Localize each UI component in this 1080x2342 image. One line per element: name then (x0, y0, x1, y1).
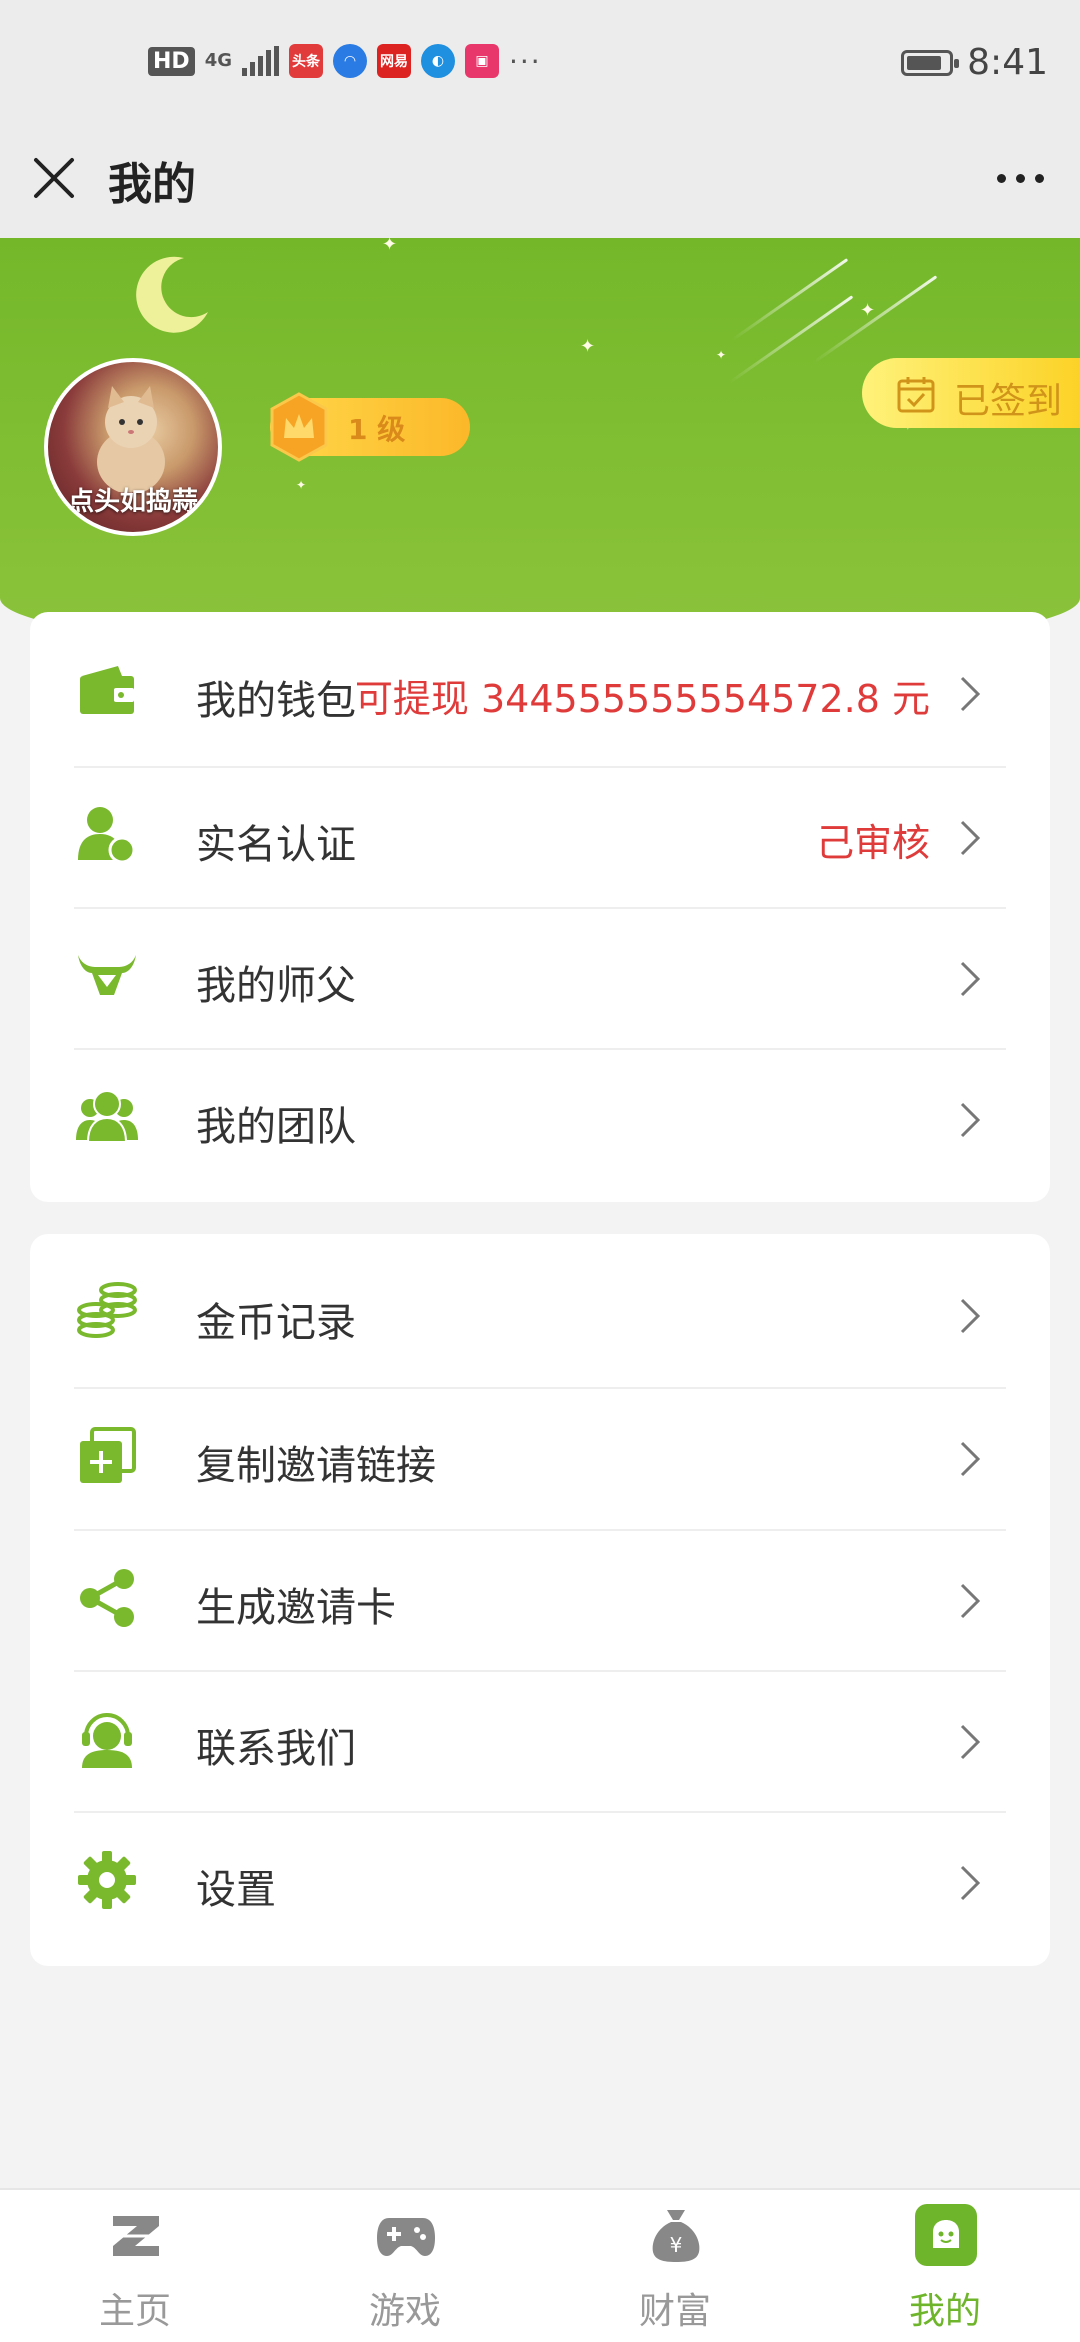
qq-browser-app-icon: ◠ (333, 44, 367, 78)
nav-tab-games[interactable]: 游戏 (270, 2190, 540, 2342)
menu-item-wallet[interactable]: 我的钱包 可提现 344555555554572.8 元 (44, 624, 1006, 764)
menu-item-settings[interactable]: 设置 (44, 1813, 1006, 1953)
bull-icon (78, 955, 136, 995)
status-icons-left: HD 4G 头条 ◠ 网易 ◐ ▣ ··· (148, 44, 542, 78)
nav-tab-profile[interactable]: 我的 (810, 2190, 1080, 2342)
checkin-button[interactable]: 已签到 (862, 358, 1080, 428)
page-title: 我的 (108, 159, 196, 210)
shopping-app-icon: ▣ (465, 44, 499, 78)
chevron-right-icon (960, 1865, 981, 1901)
star-decoration: ✦ (716, 348, 727, 362)
menu-item-label: 生成邀请卡 (196, 1585, 396, 1631)
menu-item-contact-us[interactable]: 联系我们 (44, 1672, 1006, 1812)
team-icon (76, 1090, 138, 1143)
avatar[interactable]: 点头如捣蒜 (44, 358, 222, 536)
copy-link-icon (80, 1427, 136, 1483)
level-text: 1 级 (348, 413, 406, 446)
nav-label: 游戏 (368, 2291, 441, 2332)
checkin-label: 已签到 (954, 381, 1063, 422)
chevron-right-icon (960, 961, 981, 997)
menu-item-label: 联系我们 (196, 1726, 356, 1772)
chevron-right-icon (960, 1724, 981, 1760)
share-icon (80, 1569, 134, 1627)
customer-service-icon (82, 1713, 132, 1768)
network-type: 4G (204, 50, 232, 71)
nav-label: 财富 (638, 2291, 711, 2332)
signal-icon (242, 46, 279, 76)
clock: 8:41 (967, 42, 1048, 83)
hd-indicator: HD (148, 46, 195, 76)
menu-item-label: 我的钱包 (196, 678, 356, 724)
chevron-right-icon (960, 1102, 981, 1138)
chevron-right-icon (960, 1298, 981, 1334)
star-decoration: ✦ (296, 478, 307, 492)
star-decoration: ✦ (382, 238, 398, 255)
chevron-right-icon (960, 676, 981, 712)
netease-app-icon: 网易 (377, 44, 411, 78)
menu-item-copy-invite-link[interactable]: 复制邀请链接 (44, 1389, 1006, 1529)
chevron-right-icon (960, 1441, 981, 1477)
nav-tab-wealth[interactable]: ¥ 财富 (540, 2190, 810, 2342)
meteor-decoration (812, 275, 938, 364)
menu-item-label: 金币记录 (196, 1300, 356, 1346)
money-bag-icon: ¥ (652, 2210, 700, 2262)
wallet-icon (80, 666, 134, 714)
wallet-balance: 可提现 344555555554572.8 元 (354, 677, 930, 721)
menu-item-verification[interactable]: 实名认证 己审核 (44, 768, 1006, 908)
menu-item-label: 实名认证 (196, 822, 356, 868)
coins-icon (77, 1282, 137, 1338)
bottom-navigation: 主页 游戏 ¥ 财富 我的 (0, 2188, 1080, 2342)
nav-label: 主页 (98, 2291, 171, 2332)
verification-status: 己审核 (815, 821, 930, 865)
nav-tab-home[interactable]: 主页 (0, 2190, 270, 2342)
close-icon[interactable] (26, 150, 82, 206)
level-badge: 1 级 (270, 392, 470, 462)
verified-user-icon (78, 807, 136, 864)
more-notifications-icon: ··· (509, 44, 542, 78)
menu-item-mentor[interactable]: 我的师父 (44, 909, 1006, 1049)
menu-item-invite-card[interactable]: 生成邀请卡 (44, 1531, 1006, 1671)
menu-item-label: 我的团队 (196, 1104, 356, 1150)
nav-label: 我的 (908, 2291, 981, 2332)
star-decoration: ✦ (580, 336, 596, 357)
profile-header: ✦ ✦ ✦ ✦ ✦ ✦ 点头如捣蒜 1 级 已 (0, 238, 1080, 658)
menu-item-coin-records[interactable]: 金币记录 (44, 1246, 1006, 1386)
chevron-right-icon (960, 1583, 981, 1619)
meteor-decoration (731, 258, 849, 341)
avatar-caption: 点头如捣蒜 (67, 487, 198, 517)
profile-face-icon (915, 2204, 977, 2266)
battery-icon (901, 49, 960, 76)
meteor-decoration (728, 295, 854, 384)
settings-gear-icon (78, 1851, 136, 1909)
menu-item-label: 我的师父 (196, 963, 356, 1009)
more-options-icon[interactable] (990, 166, 1050, 190)
toutiao-app-icon: 头条 (289, 44, 323, 78)
menu-item-label: 复制邀请链接 (196, 1443, 436, 1489)
crown-icon (270, 392, 328, 462)
gamepad-icon (377, 2218, 435, 2256)
calendar-check-icon (897, 377, 935, 413)
status-bar: HD 4G 头条 ◠ 网易 ◐ ▣ ··· 8:41 (0, 0, 1080, 130)
cat-photo (97, 386, 165, 492)
home-z-icon (109, 2216, 163, 2256)
moon-icon (136, 256, 208, 333)
menu-item-label: 设置 (196, 1867, 276, 1913)
browser-app-icon: ◐ (421, 44, 455, 78)
svg-text:¥: ¥ (670, 2233, 683, 2257)
chevron-right-icon (960, 820, 981, 856)
menu-item-team[interactable]: 我的团队 (44, 1050, 1006, 1190)
status-icons-right: 8:41 (901, 42, 1048, 83)
title-bar: 我的 (0, 130, 1080, 238)
